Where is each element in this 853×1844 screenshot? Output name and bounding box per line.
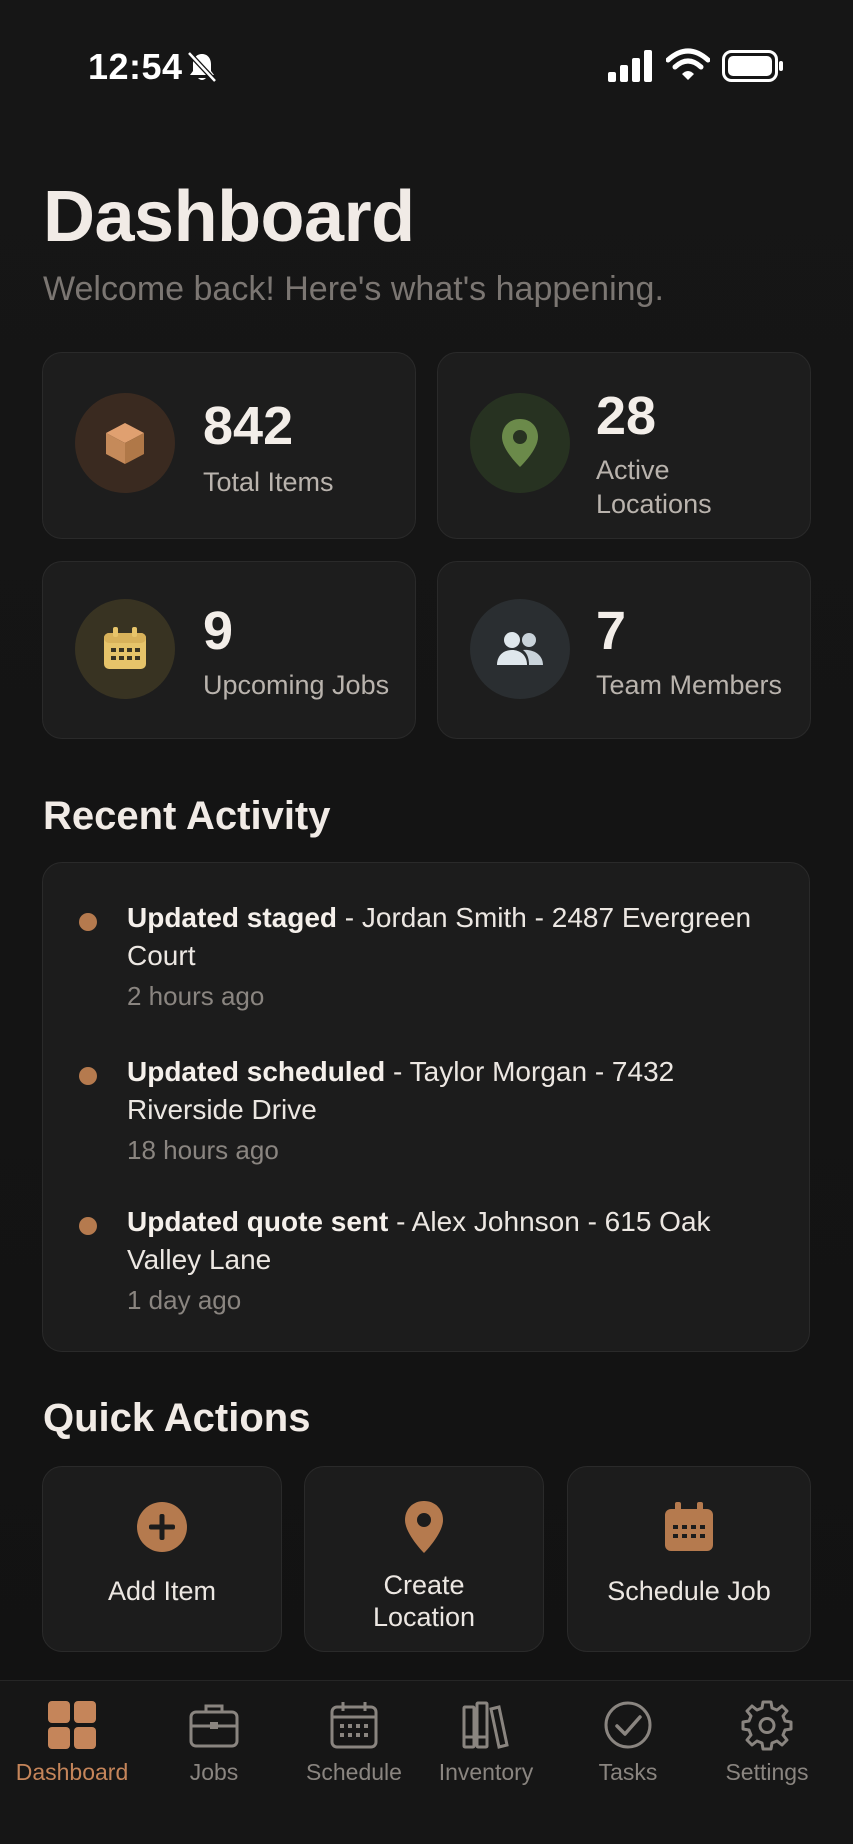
nav-label: Inventory [438,1759,534,1785]
page-subtitle: Welcome back! Here's what's happening. [43,270,664,308]
stat-value: 7 [596,601,627,661]
action-label: Add Item [107,1576,217,1606]
recent-activity-card: Updated staged - Jordan Smith - 2487 Eve… [42,862,810,1352]
nav-item-schedule[interactable]: Schedule [284,1699,424,1786]
activity-action: Updated scheduled [127,1056,386,1087]
activity-action: Updated staged [127,902,338,933]
nav-label: Dashboard [15,1759,129,1785]
status-bar: 12:54 [0,0,853,130]
battery-icon [722,50,783,82]
plus-circle-icon [137,1502,187,1552]
map-pin-icon [405,1501,443,1553]
stat-label: Active Locations [596,455,712,519]
nav-item-dashboard[interactable]: Dashboard [2,1699,142,1786]
gear-icon [741,1700,793,1751]
grid-icon [48,1701,96,1749]
activity-time: 18 hours ago [127,1135,279,1165]
stat-icon-wrapper [470,599,570,699]
stat-label: Team Members [596,670,783,700]
page-title: Dashboard [43,177,415,257]
action-label: Schedule Job [607,1576,771,1606]
stat-value: 28 [596,386,657,446]
stat-card-upcoming-jobs[interactable]: 9 Upcoming Jobs [42,561,416,739]
stat-card-total-items[interactable]: 842 Total Items [42,352,416,539]
nav-item-jobs[interactable]: Jobs [144,1699,284,1786]
nav-item-inventory[interactable]: Inventory [416,1699,556,1786]
activity-dot [79,1067,97,1085]
stat-icon-wrapper [75,599,175,699]
status-time: 12:54 [88,46,183,87]
stat-value: 842 [203,396,294,456]
books-icon [462,1701,509,1749]
map-pin-icon [502,419,538,467]
add-item-button[interactable]: Add Item [42,1466,282,1652]
stat-label: Total Items [203,467,334,497]
schedule-job-button[interactable]: Schedule Job [567,1466,811,1652]
nav-label: Schedule [306,1759,402,1785]
signal-icon [608,50,652,82]
nav-label: Jobs [189,1759,239,1785]
bottom-nav: Dashboard Jobs Schedule Inventory Tasks … [0,1680,853,1844]
stat-card-active-locations[interactable]: 28 Active Locations [437,352,811,539]
stat-icon-wrapper [75,393,175,493]
dashboard-screen: 12:54 Dashboard Welcome back! Here's wha… [0,0,853,1844]
activity-time: 2 hours ago [127,981,265,1011]
activity-text: Updated quote sent - Alex Johnson - 615 … [127,1203,777,1279]
nav-label: Settings [725,1759,809,1785]
recent-activity-title: Recent Activity [43,794,331,838]
bell-off-icon [187,51,217,83]
activity-text: Updated scheduled - Taylor Morgan - 7432… [127,1053,777,1129]
users-icon [497,632,543,665]
create-location-button[interactable]: Create Location [304,1466,544,1652]
activity-dot [79,1217,97,1235]
stat-icon-wrapper [470,393,570,493]
nav-label: Tasks [598,1759,658,1785]
quick-actions-title: Quick Actions [43,1396,311,1440]
stat-value: 9 [203,601,234,661]
activity-text: Updated staged - Jordan Smith - 2487 Eve… [127,899,777,975]
calendar-icon [665,1502,713,1551]
wifi-icon [666,48,710,80]
activity-time: 1 day ago [127,1285,242,1315]
nav-item-tasks[interactable]: Tasks [558,1699,698,1786]
nav-item-settings[interactable]: Settings [697,1699,837,1786]
calendar-icon [330,1702,378,1749]
briefcase-icon [189,1704,239,1748]
stat-label: Upcoming Jobs [203,670,390,700]
box-icon [106,423,144,464]
stat-card-team-members[interactable]: 7 Team Members [437,561,811,739]
action-label: Create Location [372,1570,476,1632]
check-circle-icon [604,1701,652,1749]
calendar-icon [104,627,146,669]
activity-action: Updated quote sent [127,1206,389,1237]
activity-dot [79,913,97,931]
